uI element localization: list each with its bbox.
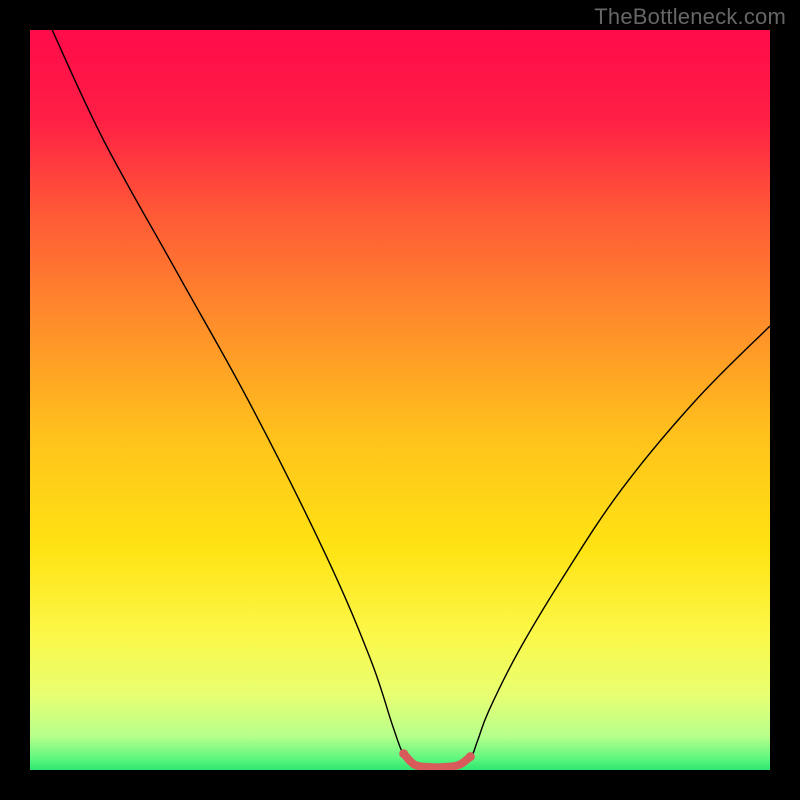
gradient-background: [30, 30, 770, 770]
marker-endpoint: [466, 752, 475, 761]
marker-endpoint: [399, 749, 408, 758]
chart-svg: [30, 30, 770, 770]
watermark-text: TheBottleneck.com: [594, 4, 786, 30]
plot-area: [30, 30, 770, 770]
chart-frame: TheBottleneck.com: [0, 0, 800, 800]
